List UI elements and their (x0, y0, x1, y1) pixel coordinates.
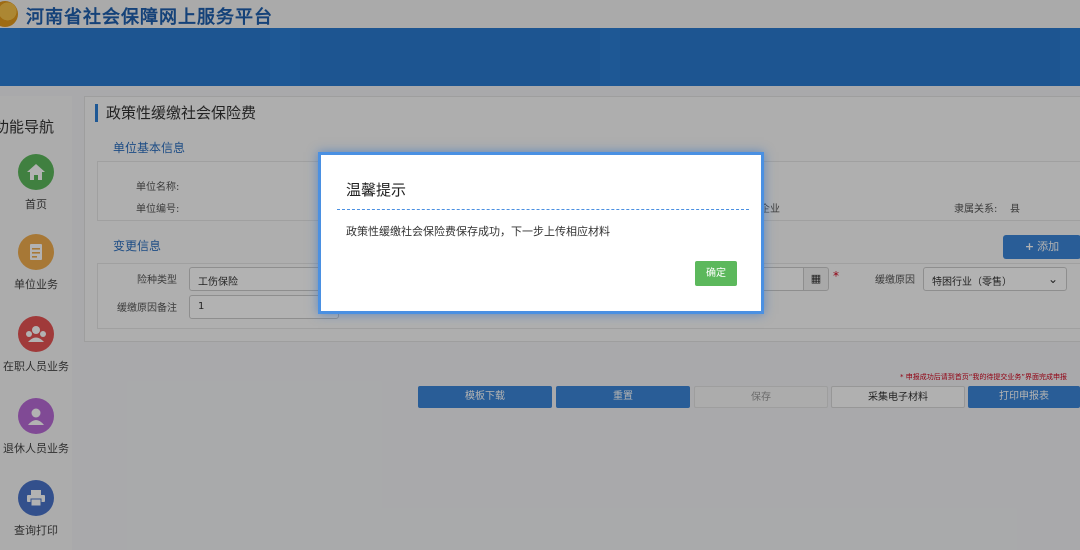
dialog-message: 政策性缓缴社会保险费保存成功，下一步上传相应材料 (346, 225, 610, 238)
dialog-title: 温馨提示 (346, 181, 407, 199)
dialog-divider (337, 209, 749, 210)
tip-dialog: 温馨提示 政策性缓缴社会保险费保存成功，下一步上传相应材料 确定 (318, 152, 764, 314)
confirm-button[interactable]: 确定 (695, 261, 737, 286)
